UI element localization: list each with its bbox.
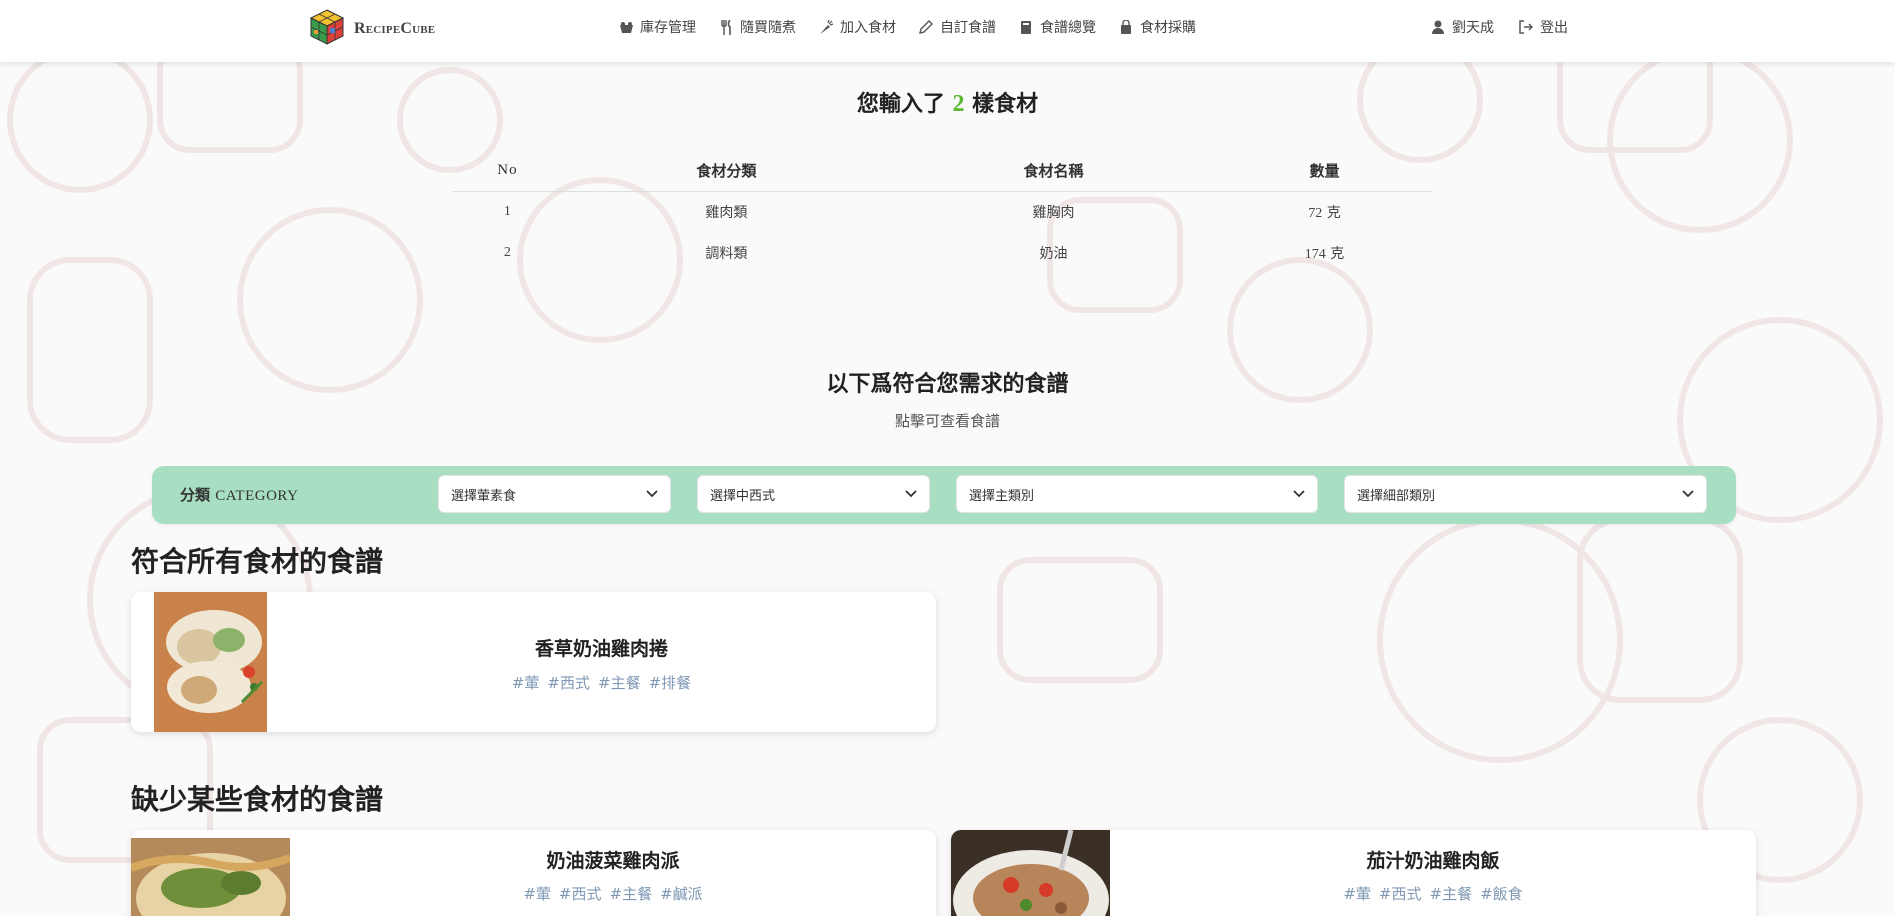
row-qty-cell: 72 克 [1217, 191, 1432, 232]
nav-add-ingredient[interactable]: 加入食材 [818, 17, 896, 37]
logout-icon [1518, 19, 1534, 35]
nav-custom-recipe-label: 自訂食譜 [940, 20, 996, 36]
col-name: 食材名稱 [889, 150, 1217, 192]
recipe-tag: #鹹派 [660, 885, 703, 903]
recipe-tag: #西式 [547, 674, 590, 692]
recipe-tags: #葷 #西式 #主餐 #飯食 [1110, 883, 1756, 904]
shopping-bag-icon [1118, 19, 1134, 35]
all-match-heading: 符合所有食材的食譜 [131, 545, 384, 578]
table-row: 2 調料類 奶油 174 克 [452, 232, 1432, 273]
ingredients-table: No 食材分類 食材名稱 數量 1 雞肉類 雞胸肉 72 克 2 調料類 奶油 … [452, 150, 1432, 273]
ingredient-count-heading: 您輸入了 2 樣食材 [0, 86, 1895, 118]
nav-inventory[interactable]: 庫存管理 [618, 17, 696, 37]
logout-button[interactable]: 登出 [1518, 17, 1568, 37]
select-cuisine-value: 選擇中西式 [710, 488, 776, 504]
nav-user-profile[interactable]: 劉天成 [1430, 17, 1494, 37]
col-category: 食材分類 [562, 150, 890, 192]
user-icon [1430, 19, 1446, 35]
nav-custom-recipe[interactable]: 自訂食譜 [918, 17, 996, 37]
row-name: 雞胸肉 [1032, 204, 1075, 221]
book-icon [1018, 19, 1034, 35]
chevron-down-icon [1682, 487, 1694, 502]
cube-logo-icon [308, 8, 346, 50]
row-category: 調料類 [705, 245, 748, 262]
chevron-down-icon [905, 487, 917, 502]
brand-logo-link[interactable]: RecipeCube [308, 9, 435, 49]
nav-cook-now[interactable]: 隨買隨煮 [718, 17, 796, 37]
user-nav: 劉天成 登出 [1430, 17, 1568, 37]
recipe-card[interactable]: 茄汁奶油雞肉飯 #葷 #西式 #主餐 #飯食 [951, 830, 1756, 916]
recipe-title: 奶油菠菜雞肉派 [546, 850, 680, 872]
nav-add-ingredient-label: 加入食材 [840, 20, 896, 36]
count-prefix: 您輸入了 [856, 92, 945, 117]
row-qty-cell: 174 克 [1217, 232, 1432, 273]
carrot-icon [818, 19, 834, 35]
recipe-title: 茄汁奶油雞肉飯 [1366, 850, 1500, 872]
row-qty: 174 [1304, 246, 1326, 262]
nav-shopping-label: 食材採購 [1140, 20, 1196, 36]
category-label: 分類 CATEGORY [180, 484, 298, 505]
recipe-image [154, 592, 267, 732]
recipe-card[interactable]: 香草奶油雞肉捲 #葷 #西式 #主餐 #排餐 [131, 592, 936, 732]
recipe-tag: #西式 [1378, 885, 1422, 903]
brand-name: RecipeCube [354, 20, 436, 37]
utensils-icon [718, 19, 734, 35]
pencil-icon [918, 19, 934, 35]
recipe-tag: #排餐 [648, 674, 692, 692]
recipe-tags: #葷 #西式 #主餐 #鹹派 [290, 883, 936, 904]
row-no: 1 [503, 203, 511, 219]
select-veg-type-value: 選擇葷素食 [451, 488, 517, 504]
missing-heading: 缺少某些食材的食譜 [131, 783, 384, 816]
select-sub-category[interactable]: 選擇細部類別 [1344, 475, 1707, 513]
recipe-title: 香草奶油雞肉捲 [534, 638, 668, 660]
top-navbar: RecipeCube 庫存管理 隨買隨煮 加入食材 自訂食譜 食譜總覽 食材採購… [0, 0, 1895, 62]
recipes-hint: 點擊可查看食譜 [894, 412, 1000, 430]
nav-recipe-overview[interactable]: 食譜總覽 [1018, 17, 1096, 37]
table-header-row: No 食材分類 食材名稱 數量 [452, 150, 1432, 192]
row-name: 奶油 [1039, 245, 1068, 262]
nav-recipe-overview-label: 食譜總覽 [1040, 20, 1096, 36]
ingredient-count: 2 [952, 91, 965, 117]
chevron-down-icon [1293, 487, 1305, 502]
recipe-tag: #葷 [511, 674, 540, 692]
basket-icon [618, 19, 634, 35]
table-row: 1 雞肉類 雞胸肉 72 克 [452, 191, 1432, 232]
recipe-tag: #葷 [1343, 885, 1371, 903]
select-sub-category-value: 選擇細部類別 [1357, 488, 1436, 504]
row-no: 2 [503, 244, 511, 260]
row-category: 雞肉類 [705, 204, 748, 221]
recipe-tags: #葷 #西式 #主餐 #排餐 [267, 672, 936, 693]
row-unit: 克 [1330, 245, 1345, 262]
recipe-tag: #葷 [523, 885, 551, 903]
select-main-category[interactable]: 選擇主類別 [956, 475, 1318, 513]
recipe-tag: #主餐 [609, 885, 653, 903]
main-nav: 庫存管理 隨買隨煮 加入食材 自訂食譜 食譜總覽 食材採購 [618, 17, 1196, 37]
row-qty: 72 [1308, 205, 1323, 221]
chevron-down-icon [646, 487, 658, 502]
recipe-tag: #飯食 [1480, 885, 1523, 903]
nav-inventory-label: 庫存管理 [640, 20, 696, 36]
category-label-en: CATEGORY [215, 488, 299, 504]
count-suffix: 樣食材 [972, 92, 1039, 117]
nav-cook-now-label: 隨買隨煮 [740, 20, 796, 36]
select-veg-type[interactable]: 選擇葷素食 [438, 475, 671, 513]
recipe-tag: #主餐 [1429, 885, 1473, 903]
select-cuisine[interactable]: 選擇中西式 [697, 475, 930, 513]
recipes-heading: 以下爲符合您需求的食譜 [826, 372, 1069, 397]
recipe-tag: #主餐 [598, 674, 641, 692]
recipe-image [131, 838, 292, 916]
recipe-card[interactable]: 奶油菠菜雞肉派 #葷 #西式 #主餐 #鹹派 [131, 830, 936, 916]
recipe-tag: #西式 [558, 885, 602, 903]
logout-label: 登出 [1540, 20, 1568, 36]
row-unit: 克 [1326, 204, 1341, 221]
user-name: 劉天成 [1452, 20, 1494, 36]
col-qty: 數量 [1216, 150, 1432, 192]
nav-shopping[interactable]: 食材採購 [1118, 17, 1196, 37]
recipe-image [951, 830, 1110, 916]
category-filter-bar: 分類 CATEGORY 選擇葷素食 選擇中西式 選擇主類別 選擇細部類別 [152, 466, 1736, 524]
category-label-zh: 分類 [180, 486, 211, 504]
select-main-category-value: 選擇主類別 [969, 488, 1035, 504]
col-no: No [452, 150, 563, 192]
